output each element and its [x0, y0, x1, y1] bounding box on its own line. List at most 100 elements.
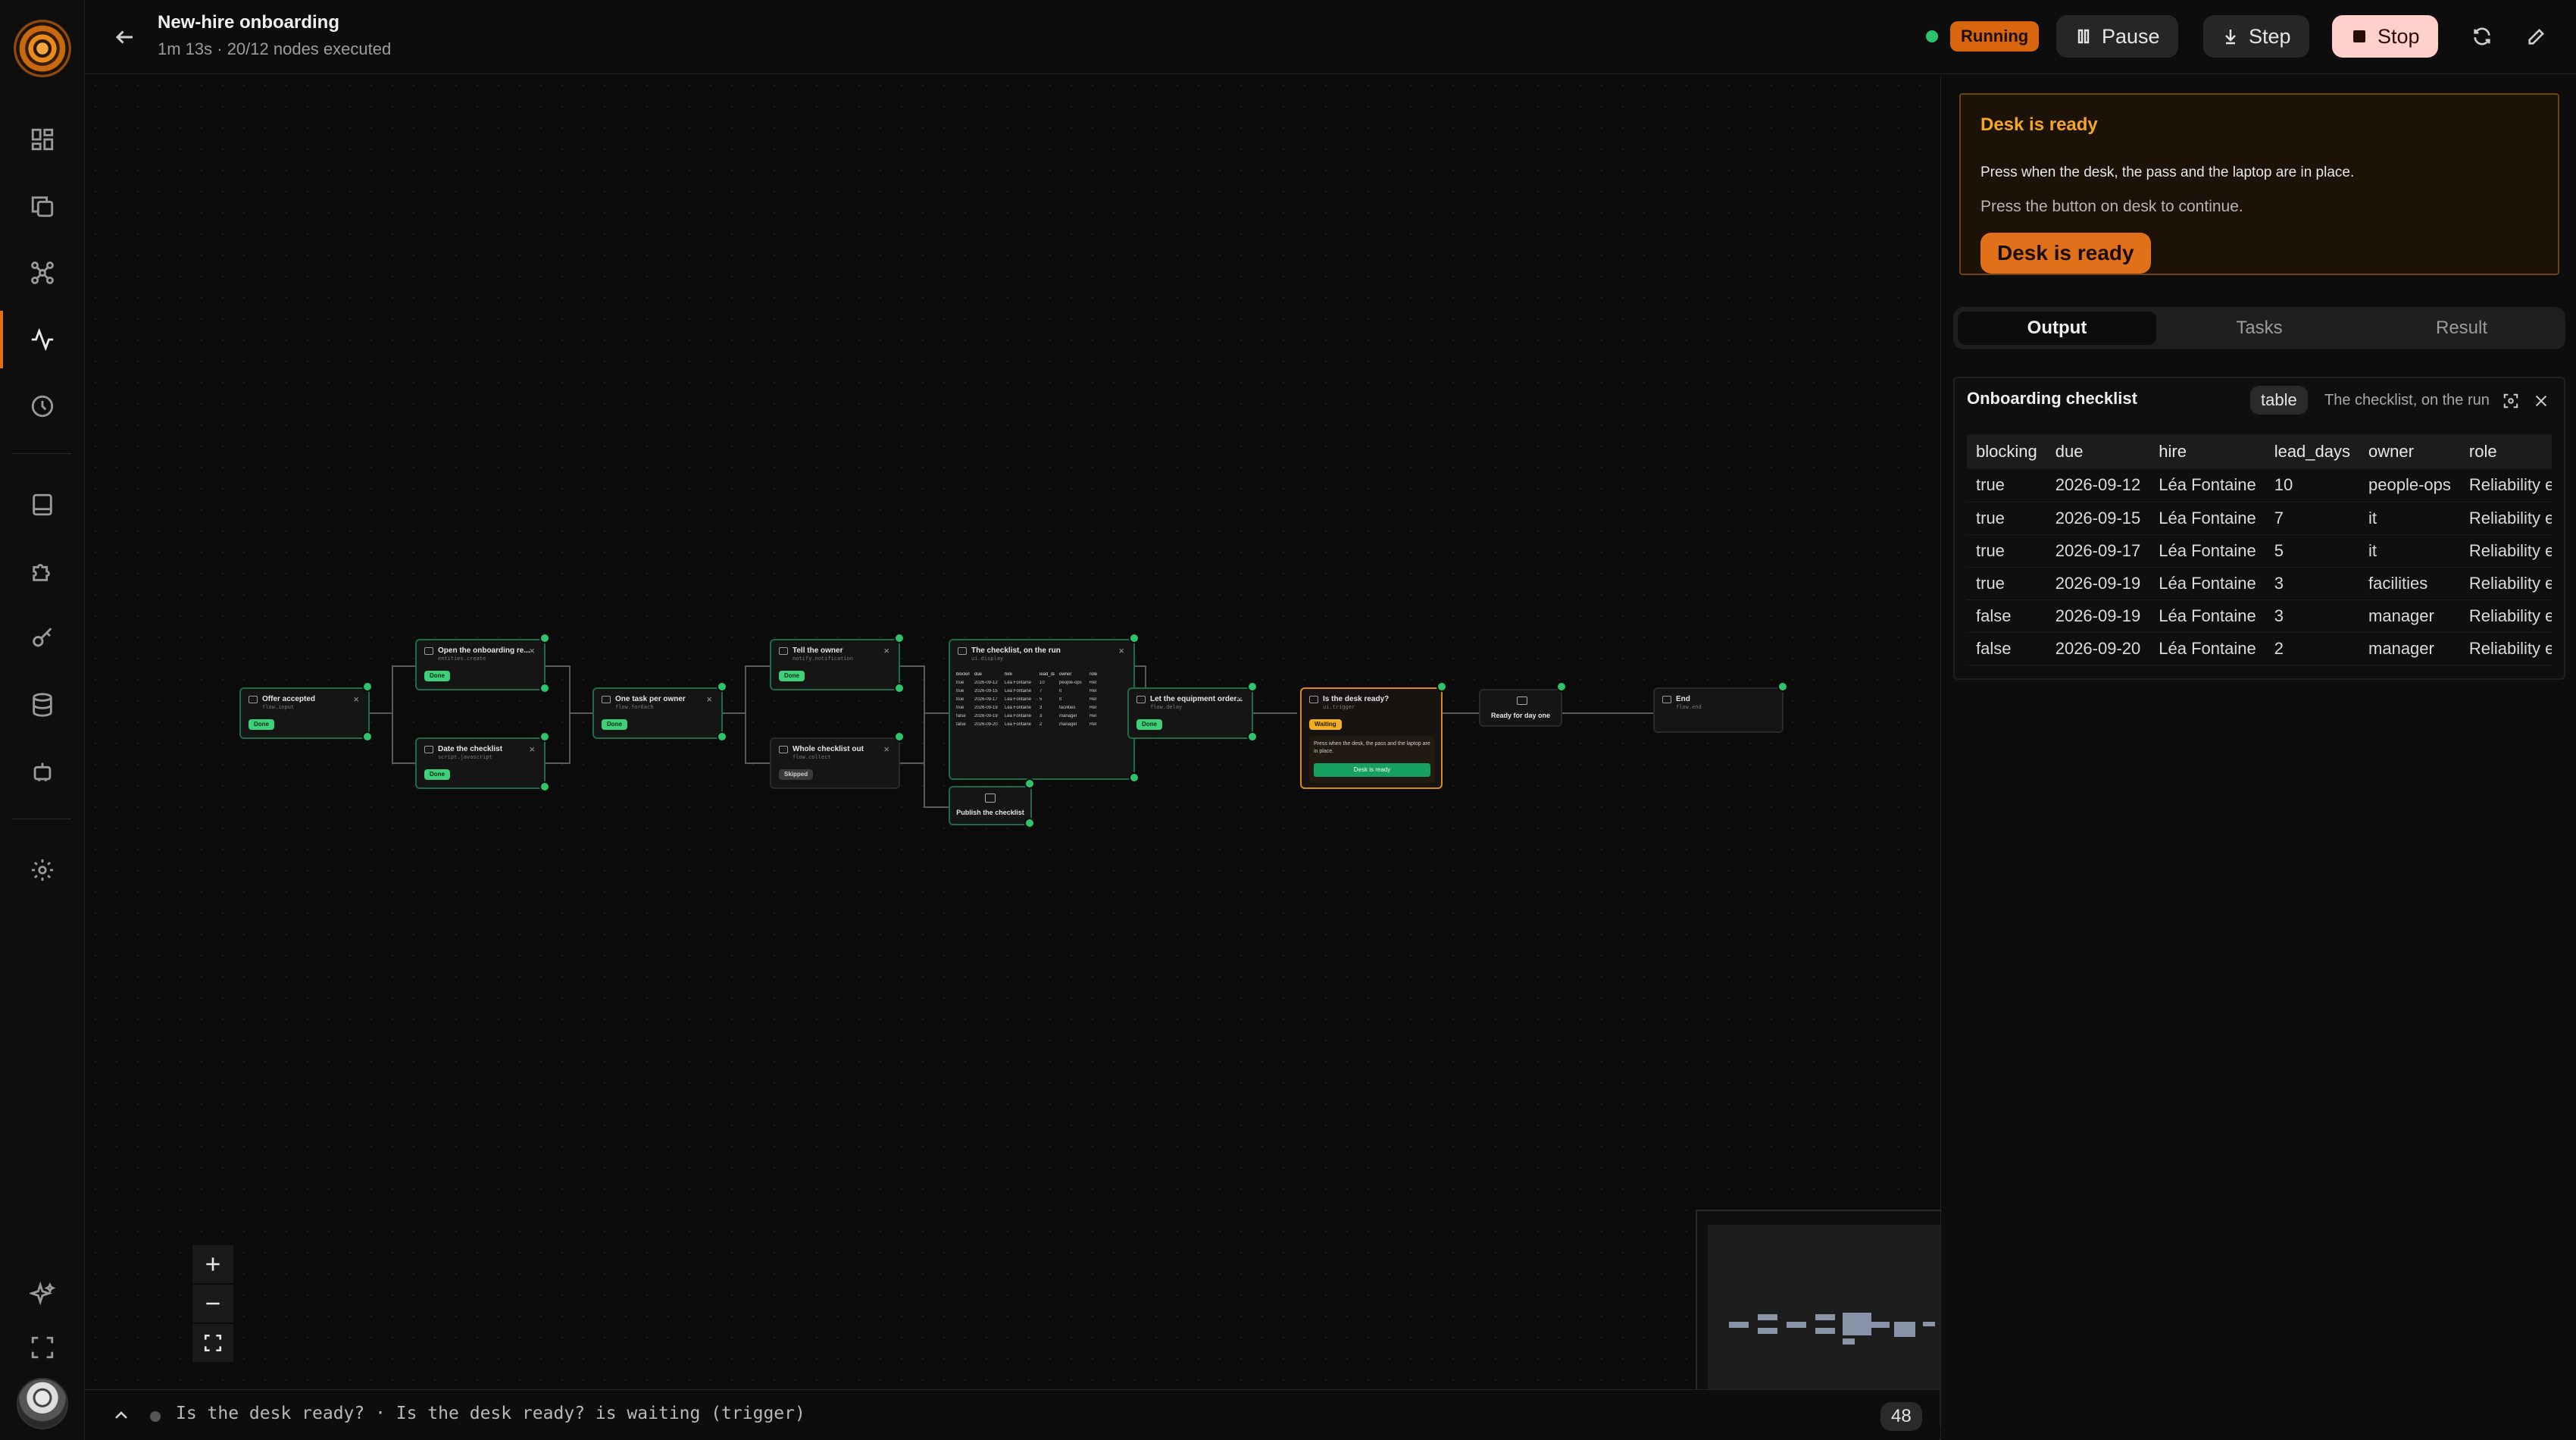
- column-header[interactable]: due: [2046, 434, 2150, 469]
- activity-icon[interactable]: [23, 320, 62, 359]
- close-icon[interactable]: ×: [529, 645, 535, 656]
- pause-button[interactable]: Pause: [2056, 15, 2178, 58]
- output-port[interactable]: [1777, 681, 1788, 692]
- tab-output[interactable]: Output: [1958, 311, 2156, 345]
- copy-icon[interactable]: [23, 186, 62, 226]
- fit-view-button[interactable]: [192, 1324, 233, 1362]
- output-port[interactable]: [1436, 681, 1447, 692]
- book-icon[interactable]: [23, 485, 62, 524]
- node-one-task-per-owner[interactable]: One task per owner flow.forEach × Done: [592, 687, 723, 739]
- desk-ready-button[interactable]: Desk is ready: [1980, 233, 2151, 274]
- minimap-node: [1815, 1314, 1835, 1320]
- output-port[interactable]: [539, 683, 550, 693]
- back-arrow-icon[interactable]: [108, 20, 142, 55]
- table-cell: 2: [2265, 632, 2360, 665]
- refresh-icon[interactable]: [2467, 21, 2497, 52]
- mini-table-cell: false: [956, 722, 966, 727]
- integrations-icon[interactable]: [23, 253, 62, 293]
- tab-result[interactable]: Result: [2362, 311, 2561, 345]
- edit-icon[interactable]: [2521, 21, 2552, 52]
- node-publish-checklist[interactable]: Publish the checklist: [949, 786, 1032, 825]
- zoom-in-button[interactable]: [192, 1245, 233, 1283]
- close-icon[interactable]: ×: [1118, 645, 1124, 656]
- output-port[interactable]: [539, 633, 550, 643]
- database-icon[interactable]: [23, 685, 62, 725]
- top-bar: New-hire onboarding 1m 13s · 20/12 nodes…: [85, 0, 2576, 74]
- column-header[interactable]: lead_days: [2265, 434, 2360, 469]
- avatar[interactable]: [17, 1378, 68, 1429]
- output-port[interactable]: [1024, 778, 1035, 789]
- stop-button[interactable]: Stop: [2332, 15, 2438, 58]
- column-header[interactable]: role: [2459, 434, 2552, 469]
- output-port[interactable]: [539, 781, 550, 792]
- table-cell: it: [2359, 502, 2460, 535]
- prompt-hint: Press the button on desk to continue.: [1980, 198, 2243, 215]
- log-status-dot: [150, 1411, 161, 1422]
- output-table-wrapper[interactable]: blocking due hire lead_days owner role true 20…: [1967, 434, 2552, 669]
- output-port[interactable]: [1129, 633, 1140, 643]
- fullscreen-icon[interactable]: [23, 1328, 62, 1367]
- node-offer-accepted[interactable]: Offer accepted flow.input × Done: [239, 687, 370, 739]
- mini-table-cell: 3: [1039, 706, 1043, 710]
- close-icon[interactable]: ×: [883, 743, 889, 755]
- dashboard-icon[interactable]: [23, 120, 62, 159]
- output-port[interactable]: [1129, 772, 1140, 783]
- workflow-canvas[interactable]: Offer accepted flow.input × Done Open th…: [85, 75, 2000, 1440]
- close-icon[interactable]: ×: [706, 693, 712, 705]
- robot-icon[interactable]: [23, 752, 62, 791]
- step-label: Step: [2249, 24, 2291, 48]
- history-icon[interactable]: [23, 387, 62, 426]
- close-icon[interactable]: ×: [353, 693, 359, 705]
- table-cell: true: [1967, 567, 2046, 600]
- chevron-up-icon[interactable]: [108, 1402, 135, 1429]
- column-header[interactable]: owner: [2359, 434, 2460, 469]
- log-count-badge[interactable]: 48: [1880, 1402, 1922, 1431]
- output-port[interactable]: [717, 681, 727, 692]
- node-checklist-display[interactable]: The checklist, on the run ui.display × b…: [949, 639, 1135, 780]
- app-logo[interactable]: [14, 20, 71, 77]
- sparkle-icon[interactable]: [23, 1275, 62, 1314]
- node-whole-checklist-out[interactable]: Whole checklist out flow.collect × Skipp…: [770, 737, 900, 789]
- output-port[interactable]: [1247, 681, 1258, 692]
- close-icon[interactable]: ×: [883, 645, 889, 656]
- mini-table-cell: it: [1059, 689, 1061, 693]
- table-cell: facilities: [2359, 567, 2460, 600]
- output-port[interactable]: [539, 731, 550, 742]
- puzzle-icon[interactable]: [23, 552, 62, 591]
- node-is-desk-ready[interactable]: Is the desk ready? ui.trigger Waiting Pr…: [1300, 687, 1443, 789]
- table-cell: Léa Fontaine: [2149, 469, 2265, 502]
- node-type: flow.forEach: [615, 704, 654, 710]
- output-port[interactable]: [1024, 818, 1035, 828]
- zoom-out-button[interactable]: [192, 1285, 233, 1323]
- key-icon[interactable]: [23, 618, 62, 658]
- column-header[interactable]: blocking: [1967, 434, 2046, 469]
- output-port[interactable]: [717, 731, 727, 742]
- output-port[interactable]: [1556, 681, 1567, 692]
- close-icon[interactable]: ×: [1236, 693, 1243, 705]
- node-tell-owner[interactable]: Tell the owner notify.notification × Don…: [770, 639, 900, 690]
- output-port[interactable]: [894, 633, 905, 643]
- node-end[interactable]: End flow.end: [1653, 687, 1784, 733]
- output-port[interactable]: [362, 731, 373, 742]
- column-header[interactable]: hire: [2149, 434, 2265, 469]
- minimap-node: [1815, 1328, 1835, 1334]
- output-port[interactable]: [894, 683, 905, 693]
- output-port[interactable]: [1247, 731, 1258, 742]
- script-icon: [424, 746, 433, 753]
- node-ready-day-one[interactable]: Ready for day one: [1479, 689, 1562, 727]
- output-port[interactable]: [362, 681, 373, 692]
- close-icon[interactable]: ×: [529, 743, 535, 755]
- settings-icon[interactable]: [23, 850, 62, 890]
- tab-tasks[interactable]: Tasks: [2160, 311, 2359, 345]
- node-open-record[interactable]: Open the onboarding re... entities.creat…: [415, 639, 546, 690]
- node-date-checklist[interactable]: Date the checklist script.javascript × D…: [415, 737, 546, 789]
- node-desk-ready-button[interactable]: Desk is ready: [1314, 763, 1430, 777]
- output-port[interactable]: [894, 731, 905, 742]
- node-equipment-order[interactable]: Let the equipment order... flow.delay × …: [1127, 687, 1253, 739]
- close-icon[interactable]: [2531, 390, 2552, 412]
- pause-icon: [2077, 29, 2090, 44]
- step-button[interactable]: Step: [2203, 15, 2309, 58]
- left-rail: [0, 0, 85, 1440]
- mini-table-cell: Rel: [1089, 714, 1097, 718]
- expand-icon[interactable]: [2500, 390, 2521, 412]
